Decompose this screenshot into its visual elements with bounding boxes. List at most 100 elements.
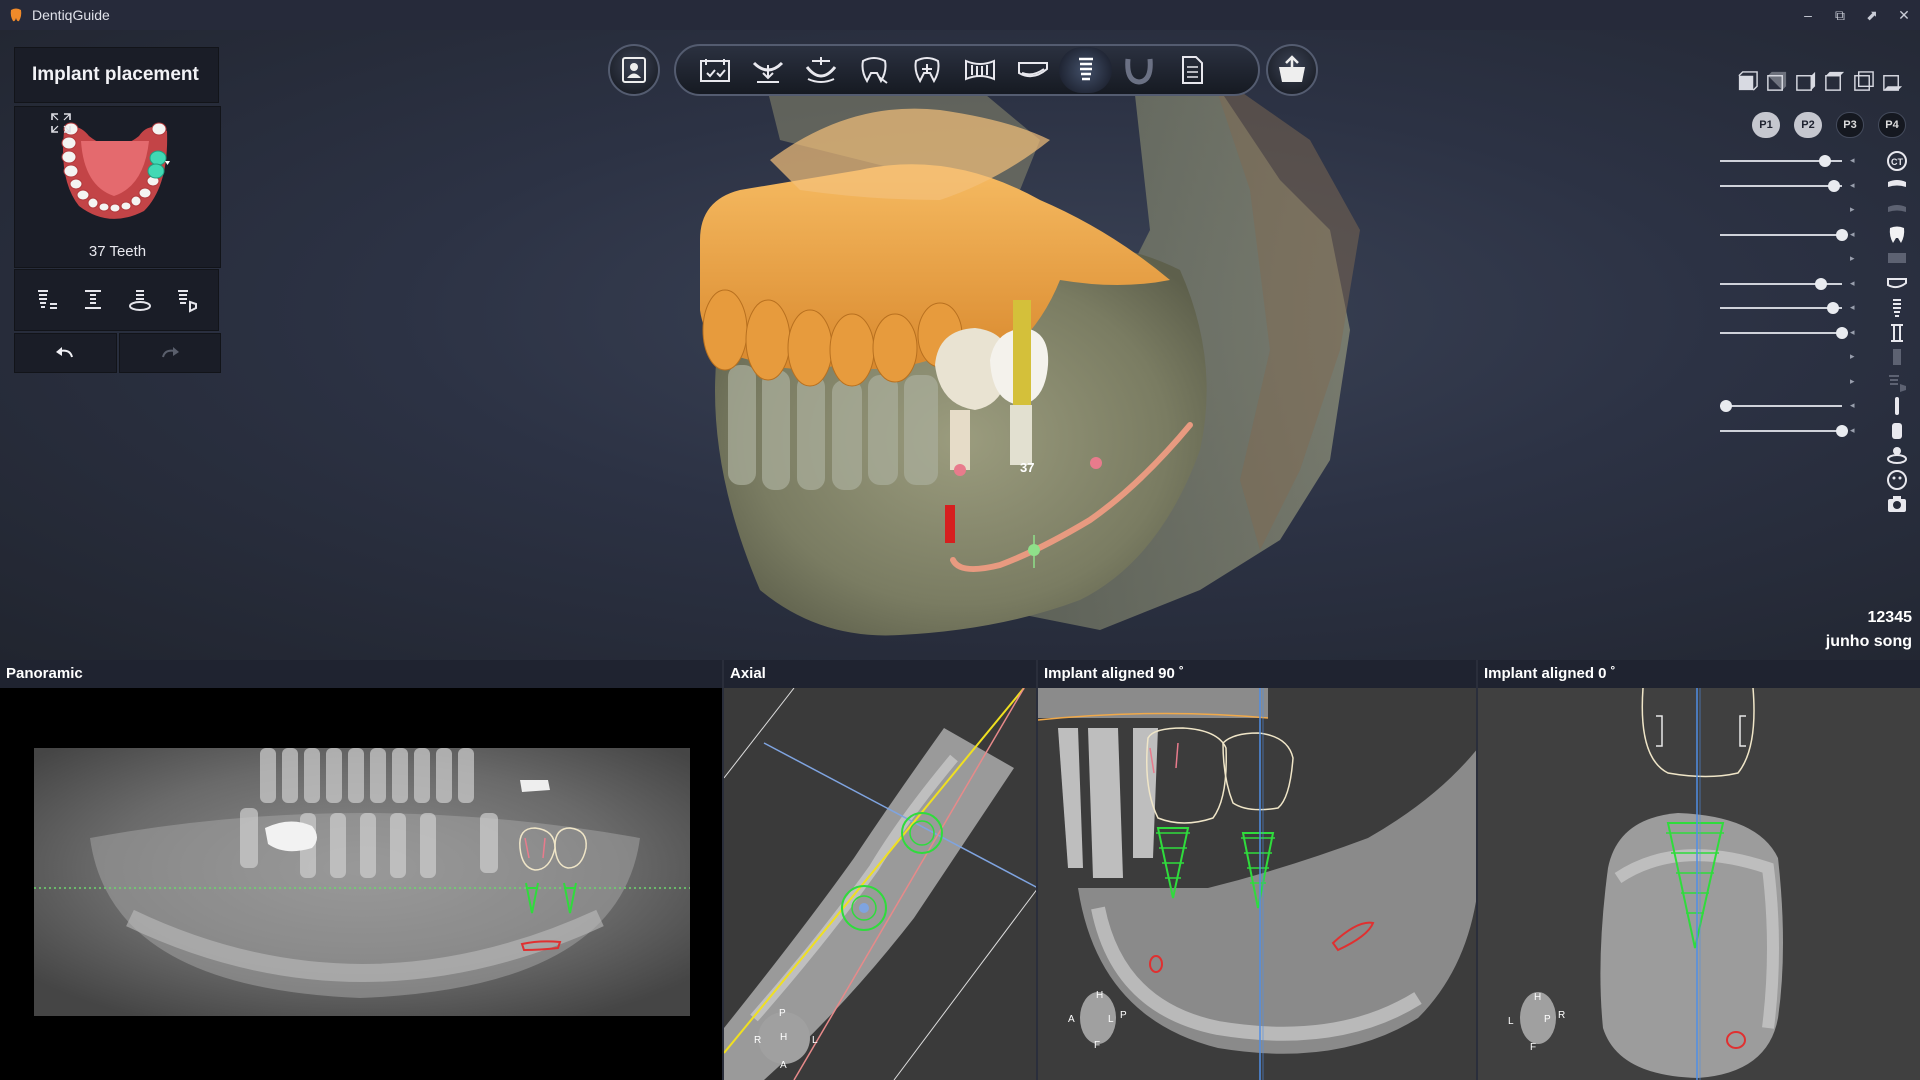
slider-thumb[interactable] (1826, 302, 1839, 314)
tooth-toggle-button[interactable] (1884, 223, 1910, 247)
tb-panoramic-button[interactable] (953, 47, 1006, 93)
layer-opacity-slider[interactable] (1720, 233, 1842, 236)
layer-opacity-slider[interactable] (1720, 429, 1842, 432)
tb-scan-data-button[interactable] (688, 47, 741, 93)
sleeve-toggle-button[interactable] (1884, 345, 1910, 369)
tb-report-button[interactable] (1165, 47, 1218, 93)
view-bottom-icon[interactable] (1881, 70, 1904, 93)
nerve-layer-toggle-button[interactable] (1884, 272, 1910, 296)
export-icon (1279, 55, 1305, 82)
layer-row-nerve-layer: ◂ (1720, 272, 1910, 296)
implant-list-button[interactable] (29, 283, 63, 317)
tb-implant-button[interactable] (1059, 47, 1112, 93)
camera-toggle-button[interactable] (1884, 492, 1910, 516)
collapse-arrow-icon[interactable]: ◂ (1850, 327, 1855, 338)
expand-arrow-icon[interactable]: ▸ (1850, 253, 1855, 264)
nerve-start-marker[interactable] (945, 505, 955, 543)
view-back-icon[interactable] (1852, 70, 1875, 93)
lower-scan-toggle-button[interactable] (1884, 247, 1910, 271)
layer-opacity-slider[interactable] (1720, 307, 1842, 309)
export-button[interactable] (1266, 44, 1318, 96)
view-right-icon[interactable] (1794, 70, 1817, 93)
panoramic-image[interactable] (0, 688, 724, 1080)
undo-button[interactable] (14, 333, 117, 373)
view-left-icon[interactable] (1765, 70, 1788, 93)
axial-image[interactable]: P H R L A (724, 688, 1038, 1080)
expand-arrow-icon[interactable]: ▸ (1850, 204, 1855, 215)
drill-toggle-button[interactable] (1884, 394, 1910, 418)
tb-arch-button[interactable] (794, 47, 847, 93)
slider-thumb[interactable] (1815, 277, 1828, 290)
maxilla-scan-toggle-button[interactable] (1884, 174, 1910, 198)
implant-layer-icon (1893, 299, 1901, 317)
popout-button[interactable]: ⬈ (1856, 0, 1888, 30)
expand-arrow-icon[interactable]: ▸ (1850, 376, 1855, 387)
collapse-arrow-icon[interactable]: ◂ (1850, 180, 1855, 191)
face-toggle-button[interactable] (1884, 468, 1910, 492)
slider-thumb[interactable] (1818, 155, 1831, 167)
slider-thumb[interactable] (1836, 228, 1848, 241)
implant-rotate-button[interactable] (123, 283, 157, 317)
svg-text:R: R (1558, 1010, 1565, 1021)
preset-p1-button[interactable]: P1 (1752, 112, 1780, 138)
collapse-arrow-icon[interactable]: ◂ (1850, 278, 1855, 289)
view-top-icon[interactable] (1823, 70, 1846, 93)
layer-opacity-slider[interactable] (1720, 331, 1842, 334)
collapse-arrow-icon[interactable]: ◂ (1850, 155, 1855, 166)
tb-jaw-align-button[interactable] (741, 47, 794, 93)
guide-layer-toggle-button[interactable] (1884, 370, 1910, 394)
slider-thumb[interactable] (1827, 179, 1840, 192)
collapse-arrow-icon[interactable]: ◂ (1850, 425, 1855, 436)
lower-scan-icon (1888, 253, 1906, 263)
tb-nerve-button[interactable] (1006, 47, 1059, 93)
tooth-chart-card[interactable]: 37 Teeth (14, 106, 221, 268)
implant-check-button[interactable] (170, 283, 204, 317)
implant-aligned-90-view[interactable]: Implant aligned 90 ˚ H A L P F (1038, 660, 1478, 1080)
3d-jaw-model[interactable]: 37 (0, 30, 1920, 660)
collapse-arrow-icon[interactable]: ◂ (1850, 400, 1855, 411)
tb-tooth-segment-button[interactable] (847, 47, 900, 93)
window-controls: – ⧉ ⬈ ✕ (1792, 0, 1920, 30)
cylinder-icon (1892, 422, 1902, 439)
slider-thumb[interactable] (1836, 424, 1848, 437)
tb-tooth-add-button[interactable] (900, 47, 953, 93)
tb-guide-button[interactable] (1112, 47, 1165, 93)
slider-thumb[interactable] (1836, 326, 1848, 339)
layer-opacity-slider[interactable] (1720, 184, 1842, 187)
implant-center-button[interactable] (76, 283, 110, 317)
undo-redo-row (14, 333, 221, 373)
upper-teeth-toggle-button[interactable] (1884, 198, 1910, 222)
layer-row-upper-teeth: ▸ (1720, 198, 1910, 222)
preset-p2-button[interactable]: P2 (1794, 112, 1822, 138)
collapse-arrow-icon[interactable]: ◂ (1850, 229, 1855, 240)
preset-p3-button[interactable]: P3 (1836, 112, 1864, 138)
restore-button[interactable]: ⧉ (1824, 0, 1856, 30)
slider-thumb[interactable] (1720, 400, 1732, 412)
tooth-number-label: 37 (1020, 460, 1034, 475)
preset-p4-button[interactable]: P4 (1878, 112, 1906, 138)
view-front-icon[interactable] (1736, 70, 1759, 93)
cylinder-toggle-button[interactable] (1884, 419, 1910, 443)
expand-arrow-icon[interactable]: ▸ (1850, 351, 1855, 362)
workflow-toolbar (674, 44, 1260, 96)
collapse-arrow-icon[interactable]: ◂ (1850, 302, 1855, 313)
selected-tooth-36[interactable] (149, 150, 167, 166)
3d-viewport[interactable]: 37 Implant placement 37 Teeth P1 P2 P3 P… (0, 30, 1920, 660)
axial-view[interactable]: Axial P H R L A (724, 660, 1038, 1080)
ct-toggle-button[interactable]: CT (1884, 149, 1910, 173)
person-view-toggle-button[interactable] (1884, 443, 1910, 467)
layer-opacity-slider[interactable] (1720, 405, 1842, 407)
implant-aligned-0-view[interactable]: Implant aligned 0 ˚ H L P R F (1478, 660, 1920, 1080)
minimize-button[interactable]: – (1792, 0, 1824, 30)
close-button[interactable]: ✕ (1888, 0, 1920, 30)
layer-row-guide-layer: ▸ (1720, 370, 1910, 394)
implant-aligned-90-image[interactable]: H A L P F (1038, 688, 1478, 1080)
selected-tooth-37[interactable] (147, 163, 165, 179)
patient-info-button[interactable] (608, 44, 660, 96)
panoramic-view[interactable]: Panoramic (0, 660, 724, 1080)
implant-layer-toggle-button[interactable] (1884, 296, 1910, 320)
redo-button[interactable] (118, 333, 221, 373)
expand-icon[interactable] (49, 111, 73, 135)
abutment-toggle-button[interactable] (1884, 321, 1910, 345)
implant-aligned-0-image[interactable]: H L P R F (1478, 688, 1920, 1080)
